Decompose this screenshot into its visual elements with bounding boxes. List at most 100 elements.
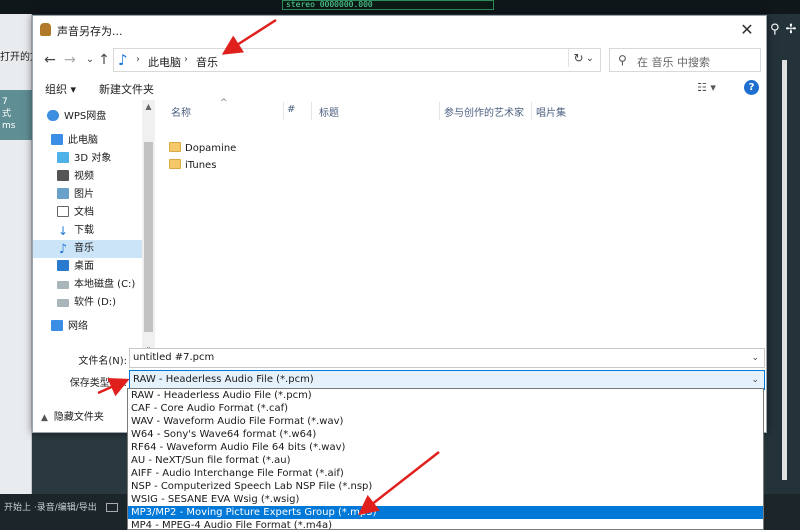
nav-item-videos[interactable]: 视频 (57, 168, 142, 186)
column-header-name[interactable]: 名称 (171, 104, 191, 119)
3d-objects-icon (57, 152, 69, 163)
nav-item-drive-c[interactable]: 本地磁盘 (C:) (57, 276, 142, 294)
dropdown-option-raw[interactable]: RAW - Headerless Audio File (*.pcm) (128, 389, 763, 402)
nav-item-label: 音乐 (74, 243, 94, 254)
network-icon (51, 320, 63, 331)
chevron-up-icon: ▲ (41, 413, 48, 423)
dropdown-option-wav[interactable]: WAV - Waveform Audio File Format (*.wav) (128, 415, 763, 428)
dropdown-option-w64[interactable]: W64 - Sony's Wave64 format (*.w64) (128, 428, 763, 441)
chevron-up-icon[interactable]: ▲ (142, 102, 155, 111)
file-name: Dopamine (185, 143, 237, 154)
column-header-artists[interactable]: 参与创作的艺术家 (444, 104, 524, 119)
bottom-bar-text: 开始上 ·录音/编辑/导出 (4, 503, 97, 513)
refresh-button[interactable]: ↻ (568, 49, 588, 67)
background-scrollbar[interactable] (782, 60, 787, 480)
breadcrumb-this-pc[interactable]: 此电脑 (148, 54, 181, 70)
music-icon: ♪ (58, 242, 68, 257)
nav-item-network[interactable]: 网络 (51, 318, 142, 336)
background-left-block[interactable]: 7 式 ms (0, 90, 32, 140)
chevron-right-icon[interactable]: › (136, 54, 140, 65)
nav-item-label: 视频 (74, 171, 94, 182)
save-type-select[interactable]: RAW - Headerless Audio File (*.pcm) ⌄ (129, 370, 765, 390)
save-type-label: 保存类型(T): (69, 378, 127, 389)
block-number: 7 (2, 97, 8, 107)
column-header-number[interactable]: # (287, 104, 295, 115)
nav-item-label: 此电脑 (68, 135, 98, 146)
list-item[interactable]: Dopamine (169, 140, 236, 157)
nav-item-3d-objects[interactable]: 3D 对象 (57, 150, 142, 168)
forward-button[interactable]: → (61, 49, 79, 71)
expand-icon[interactable]: ✢ (786, 22, 800, 37)
filename-input[interactable]: untitled #7.pcm ⌄ (129, 348, 765, 368)
nav-item-desktop[interactable]: 桌面 (57, 258, 142, 276)
new-folder-button[interactable]: 新建文件夹 (99, 81, 154, 97)
zoom-icon[interactable]: ⚲ (770, 22, 786, 37)
chevron-down-icon[interactable]: ⌄ (751, 349, 759, 367)
nav-item-pictures[interactable]: 图片 (57, 186, 142, 204)
nav-item-label: 3D 对象 (74, 153, 112, 164)
drive-icon (57, 299, 69, 307)
dropdown-option-rf64[interactable]: RF64 - Waveform Audio File 64 bits (*.wa… (128, 441, 763, 454)
column-separator[interactable] (311, 102, 312, 120)
column-separator[interactable] (531, 102, 532, 120)
hide-folders-toggle[interactable]: ▲ 隐藏文件夹 (41, 408, 104, 423)
column-separator[interactable] (283, 102, 284, 120)
nav-item-documents[interactable]: 文档 (57, 204, 142, 222)
dialog-title: 声音另存为... (57, 25, 123, 38)
dropdown-option-nsp[interactable]: NSP - Computerized Speech Lab NSP File (… (128, 480, 763, 493)
lcd-digits: 0000000.000 (319, 0, 373, 9)
cloud-icon (47, 110, 59, 121)
address-bar[interactable]: ♪ › 此电脑 › 音乐 ⌄ (113, 48, 601, 72)
breadcrumb-music[interactable]: 音乐 (196, 54, 218, 70)
dropdown-option-aiff[interactable]: AIFF - Audio Interchange File Format (*.… (128, 467, 763, 480)
nav-item-label: WPS网盘 (64, 111, 107, 122)
search-placeholder: 在 音乐 中搜索 (637, 56, 710, 69)
save-type-value: RAW - Headerless Audio File (*.pcm) (133, 374, 314, 385)
dropdown-option-mp3[interactable]: MP3/MP2 - Moving Picture Experts Group (… (128, 506, 763, 519)
background-right-icons[interactable]: ⚲✢ (770, 22, 800, 37)
nav-item-music[interactable]: ♪ 音乐 (33, 240, 142, 258)
app-icon (40, 23, 51, 36)
list-item[interactable]: iTunes (169, 157, 216, 174)
block-line-2: 式 (2, 109, 12, 119)
sort-ascending-icon: ^ (220, 98, 228, 108)
monitor-icon[interactable] (105, 503, 118, 512)
search-box[interactable]: ⚲ 在 音乐 中搜索 (609, 48, 761, 72)
time-display: stereo 0000000.000 (282, 0, 494, 10)
dropdown-option-mp4[interactable]: MP4 - MPEG-4 Audio File Format (*.m4a) (128, 519, 763, 529)
file-list: ^ 名称 # 标题 参与创作的艺术家 唱片集 Dopamine iTunes (155, 98, 766, 354)
nav-item-wps-cloud[interactable]: WPS网盘 (47, 108, 142, 126)
nav-item-label: 下载 (74, 225, 94, 236)
command-toolbar: 组织 ▾ 新建文件夹 ☷ ▾ ? (33, 76, 766, 100)
computer-icon (51, 134, 63, 145)
desktop-icon (57, 260, 69, 271)
music-icon: ♪ (118, 51, 128, 69)
filename-label: 文件名(N): (78, 356, 127, 367)
dropdown-option-caf[interactable]: CAF - Core Audio Format (*.caf) (128, 402, 763, 415)
dialog-titlebar[interactable]: 声音另存为... ✕ (33, 16, 766, 44)
column-header-album[interactable]: 唱片集 (536, 104, 566, 119)
navigation-bar: ← → ⌄ ↑ ♪ › 此电脑 › 音乐 ⌄ ↻ ⚲ 在 音乐 中搜索 (33, 46, 766, 74)
close-button[interactable]: ✕ (732, 18, 762, 42)
nav-item-label: 文档 (74, 207, 94, 218)
organize-button[interactable]: 组织 ▾ (45, 81, 76, 97)
help-icon[interactable]: ? (744, 80, 759, 95)
background-left-panel (0, 14, 32, 494)
up-button[interactable]: ↑ (95, 49, 113, 71)
dropdown-option-au[interactable]: AU - NeXT/Sun file format (*.au) (128, 454, 763, 467)
lcd-mode: stereo (286, 0, 315, 9)
scrollbar-thumb[interactable] (144, 142, 153, 332)
back-button[interactable]: ← (41, 49, 59, 71)
nav-item-this-pc[interactable]: 此电脑 (51, 132, 142, 150)
chevron-right-icon[interactable]: › (184, 54, 188, 65)
view-options-icon[interactable]: ☷ ▾ (697, 81, 716, 94)
nav-item-label: 图片 (74, 189, 94, 200)
chevron-down-icon[interactable]: ⌄ (751, 371, 759, 389)
documents-icon (57, 206, 69, 217)
column-separator[interactable] (439, 102, 440, 120)
dropdown-option-wsig[interactable]: WSIG - SESANE EVA Wsig (*.wsig) (128, 493, 763, 506)
nav-item-drive-d[interactable]: 软件 (D:) (57, 294, 142, 312)
navigation-pane: WPS网盘 此电脑 3D 对象 视频 图片 文档 ↓ 下载 ♪ 音乐 桌面 本地磁盘… (33, 100, 155, 354)
column-header-title[interactable]: 标题 (319, 104, 339, 119)
nav-item-downloads[interactable]: ↓ 下载 (57, 222, 142, 240)
